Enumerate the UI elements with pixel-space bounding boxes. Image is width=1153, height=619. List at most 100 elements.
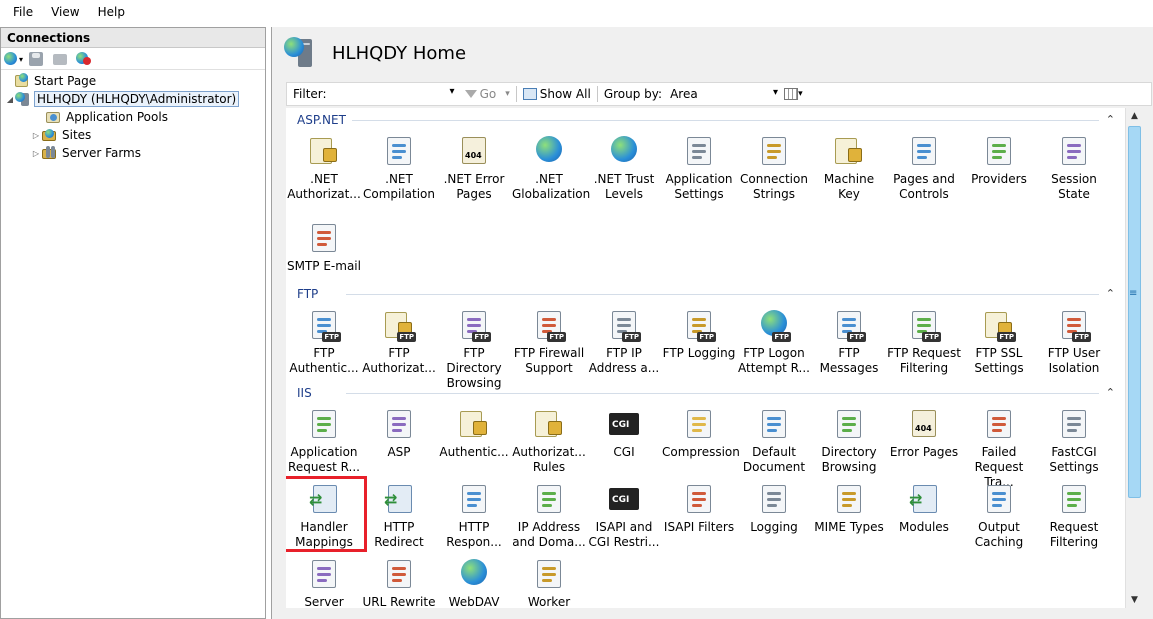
- disconnect-icon[interactable]: [75, 51, 93, 67]
- feature-directory-browsing[interactable]: Directory Browsing: [812, 403, 886, 475]
- error-pages-icon: 404: [907, 407, 941, 441]
- view-mode-button[interactable]: ▾: [784, 88, 803, 100]
- feature-asp[interactable]: ASP: [362, 403, 436, 475]
- feature-compression[interactable]: Compression: [662, 403, 740, 475]
- connections-tree: Start Page ◢ HLHQDY (HLHQDY\Administrato…: [1, 70, 265, 162]
- asp-icon: [382, 407, 416, 441]
- feature-ip-address-and-doma[interactable]: IP Address and Doma...: [512, 478, 586, 550]
- expand-arrow-icon[interactable]: ▷: [31, 149, 41, 158]
- feature-connection-strings[interactable]: Connection Strings: [737, 130, 811, 202]
- feature-net-globalization[interactable]: .NET Globalization: [512, 130, 590, 202]
- feature-label: WebDAV Authori...: [448, 595, 500, 608]
- feature-cgi[interactable]: CGI CGI: [587, 403, 661, 475]
- feature-application-settings[interactable]: Application Settings: [662, 130, 736, 202]
- collapse-group-icon[interactable]: ⌃: [1106, 113, 1115, 127]
- feature-worker-processes[interactable]: Worker Processes: [512, 553, 586, 608]
- feature-net-authorizat[interactable]: .NET Authorizat...: [287, 130, 361, 202]
- feature-smtp-e-mail[interactable]: SMTP E-mail: [287, 217, 361, 289]
- feature-pages-and-controls[interactable]: Pages and Controls: [887, 130, 961, 202]
- database-icon: [757, 134, 791, 168]
- feature-authorizat-rules[interactable]: Authorizat... Rules: [512, 403, 586, 475]
- feature-request-filtering[interactable]: Request Filtering: [1037, 478, 1111, 550]
- expand-arrow-icon[interactable]: ▷: [31, 131, 41, 140]
- tree-item-start-page[interactable]: Start Page: [1, 72, 265, 90]
- filter-label: Filter:: [293, 87, 327, 101]
- ftp-lock-icon: FTP: [982, 308, 1016, 342]
- feature-ftp-messages[interactable]: FTP FTP Messages: [812, 304, 886, 376]
- menu-file[interactable]: File: [4, 0, 42, 25]
- tree-item-application-pools[interactable]: Application Pools: [1, 108, 265, 126]
- worker-icon: [532, 557, 566, 591]
- feature-fastcgi-settings[interactable]: FastCGI Settings: [1037, 403, 1111, 475]
- feature-session-state[interactable]: Session State: [1037, 130, 1111, 202]
- feature-label: ASP: [387, 445, 411, 459]
- feature-net-error-pages[interactable]: 404 .NET Error Pages: [437, 130, 511, 202]
- feature-default-document[interactable]: Default Document: [737, 403, 811, 475]
- feature-webdav-authori[interactable]: WebDAV Authori...: [437, 553, 511, 608]
- feature-server-certific[interactable]: Server Certific...: [287, 553, 361, 608]
- filter-input[interactable]: [335, 85, 455, 103]
- feature-ftp-authorizat[interactable]: FTP FTP Authorizat...: [362, 304, 436, 376]
- up-level-icon[interactable]: [51, 51, 69, 67]
- start-page-icon: [13, 73, 29, 89]
- feature-ftp-firewall-support[interactable]: FTP FTP Firewall Support: [512, 304, 586, 376]
- feature-ftp-logging[interactable]: FTP FTP Logging: [662, 304, 736, 376]
- pages-icon: [907, 134, 941, 168]
- scroll-down-icon[interactable]: ▼: [1126, 592, 1143, 608]
- scroll-up-icon[interactable]: ▲: [1126, 108, 1143, 124]
- feature-application-request-r[interactable]: Application Request R...: [287, 403, 361, 475]
- connect-globe-icon[interactable]: ▾: [3, 51, 23, 67]
- feature-ftp-ip-address-a[interactable]: FTP FTP IP Address a...: [587, 304, 661, 376]
- menu-help[interactable]: Help: [89, 0, 134, 25]
- show-all-button[interactable]: Show All: [522, 87, 591, 101]
- features-view: ASP.NET ⌃ .NET Authorizat... .NET Compilati…: [286, 108, 1125, 608]
- tree-item-sites[interactable]: ▷ Sites: [1, 126, 265, 144]
- feature-label: .NET Error Pages: [443, 172, 505, 201]
- feature-modules[interactable]: ⇄ Modules: [887, 478, 961, 550]
- feature-label: ISAPI Filters: [663, 520, 735, 534]
- menu-view[interactable]: View: [42, 0, 88, 25]
- failed-request-icon: [982, 407, 1016, 441]
- feature-error-pages[interactable]: 404 Error Pages: [887, 403, 961, 475]
- feature-ftp-user-isolation[interactable]: FTP FTP User Isolation: [1037, 304, 1111, 376]
- feature-ftp-ssl-settings[interactable]: FTP FTP SSL Settings: [962, 304, 1036, 376]
- feature-label: FTP User Isolation: [1047, 346, 1101, 375]
- feature-net-trust-levels[interactable]: .NET Trust Levels: [587, 130, 661, 202]
- feature-ftp-request-filtering[interactable]: FTP FTP Request Filtering: [887, 304, 961, 376]
- view-grid-icon: [784, 88, 799, 100]
- feature-authentic[interactable]: Authentic...: [437, 403, 511, 475]
- tree-item-server[interactable]: ◢ HLHQDY (HLHQDY\Administrator): [1, 90, 265, 108]
- feature-ftp-directory-browsing[interactable]: FTP FTP Directory Browsing: [437, 304, 511, 390]
- scroll-thumb[interactable]: [1128, 126, 1141, 498]
- features-scrollbar[interactable]: ▲ ≡ ▼: [1125, 108, 1142, 608]
- error-404-icon: 404: [457, 134, 491, 168]
- feature-ftp-logon-attempt-r[interactable]: FTP FTP Logon Attempt R...: [737, 304, 811, 376]
- feature-http-redirect[interactable]: ⇄ HTTP Redirect: [362, 478, 436, 550]
- feature-net-compilation[interactable]: .NET Compilation: [362, 130, 436, 202]
- save-icon[interactable]: [27, 51, 45, 67]
- feature-output-caching[interactable]: Output Caching: [962, 478, 1036, 550]
- feature-url-rewrite[interactable]: URL Rewrite: [362, 553, 436, 608]
- feature-failed-request-tra[interactable]: Failed Request Tra...: [962, 403, 1036, 489]
- feature-logging[interactable]: Logging: [737, 478, 811, 550]
- feature-label: .NET Trust Levels: [593, 172, 655, 201]
- ftp-log-icon: FTP: [682, 308, 716, 342]
- output-cache-icon: [982, 482, 1016, 516]
- feature-isapi-filters[interactable]: ISAPI Filters: [662, 478, 736, 550]
- tree-item-server-farms[interactable]: ▷ Server Farms: [1, 144, 265, 162]
- feature-mime-types[interactable]: MIME Types: [812, 478, 886, 550]
- collapse-group-icon[interactable]: ⌃: [1106, 386, 1115, 400]
- url-rewrite-icon: [382, 557, 416, 591]
- ftp-globe-icon: FTP: [757, 308, 791, 342]
- feature-providers[interactable]: Providers: [962, 130, 1036, 202]
- collapse-arrow-icon[interactable]: ◢: [5, 95, 15, 104]
- feature-label: Worker Processes: [527, 595, 571, 608]
- feature-isapi-and-cgi-restri[interactable]: CGI ISAPI and CGI Restri...: [587, 478, 661, 550]
- feature-label: MIME Types: [814, 520, 884, 534]
- go-button[interactable]: Go ▾: [464, 87, 510, 101]
- group-by-select[interactable]: Area: [670, 87, 778, 101]
- feature-http-respon[interactable]: HTTP Respon...: [437, 478, 511, 550]
- feature-ftp-authentic[interactable]: FTP FTP Authentic...: [287, 304, 361, 376]
- collapse-group-icon[interactable]: ⌃: [1106, 287, 1115, 301]
- feature-machine-key[interactable]: Machine Key: [812, 130, 886, 202]
